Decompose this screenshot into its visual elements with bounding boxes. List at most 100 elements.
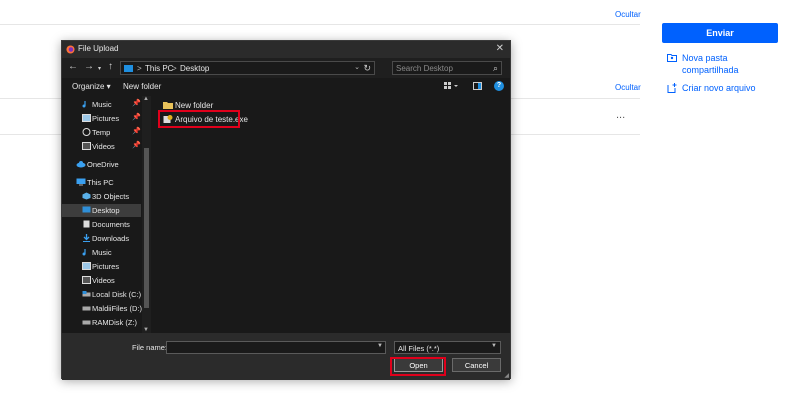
pin-icon: 📌 [132, 142, 141, 149]
breadcrumb-desktop[interactable]: Desktop [180, 64, 209, 73]
sidebar-item-downloads[interactable]: Downloads [62, 232, 141, 245]
organize-menu[interactable]: Organize ▾ [72, 82, 111, 91]
sidebar-item-label: Documents [92, 220, 130, 229]
computer-icon [76, 178, 86, 186]
sidebar-item-label: 3D Objects [92, 192, 130, 201]
chevron-down-icon: ▼ [491, 343, 497, 349]
file-upload-dialog: File Upload ✕ ← → ▾ ↑ > This PC > Deskto… [61, 40, 511, 380]
recent-locations-icon[interactable]: ▾ [98, 64, 101, 74]
sidebar-item-videos[interactable]: Videos [62, 274, 141, 287]
sidebar-item-label: Music [92, 100, 112, 109]
highlight-box-open [390, 357, 446, 376]
sidebar-item-label: Temp [92, 128, 111, 137]
file-name: New folder [175, 101, 214, 110]
pin-icon: 📌 [132, 128, 141, 135]
file-type-select[interactable]: All Files (*.*) ▼ [394, 341, 501, 354]
view-options-icon[interactable] [444, 82, 458, 93]
sidebar-item-this-pc[interactable]: This PC [62, 176, 141, 189]
file-list: New folder Arquivo de teste.exe [151, 96, 510, 333]
create-new-file-label: Criar novo arquivo [682, 83, 756, 93]
sidebar-item-pictures[interactable]: Pictures [62, 260, 141, 273]
shared-folder-icon [667, 54, 677, 62]
computer-icon [124, 65, 133, 72]
sidebar-item-videos[interactable]: Videos 📌 [62, 140, 141, 153]
videos-icon [82, 276, 91, 284]
pin-icon: 📌 [132, 100, 141, 107]
file-name-input[interactable] [169, 343, 369, 353]
sidebar-item-temp[interactable]: Temp 📌 [62, 126, 141, 139]
sidebar-item-maldiifiles-d[interactable]: MaldiiFiles (D:) [62, 302, 142, 315]
new-shared-folder-action[interactable]: Nova pasta compartilhada [667, 52, 752, 76]
sidebar-item-pictures[interactable]: Pictures 📌 [62, 112, 141, 125]
breadcrumb-separator: > [137, 64, 142, 73]
refresh-icon[interactable]: ↻ [363, 63, 371, 74]
new-file-icon [667, 83, 677, 93]
more-options-button[interactable]: ... [616, 109, 625, 121]
sidebar-item-label: Pictures [92, 262, 120, 271]
sidebar-scrollbar[interactable]: ▲ ▼ [142, 96, 151, 333]
divider [0, 24, 640, 25]
sidebar-item-label: Videos [92, 276, 115, 285]
music-icon [82, 248, 91, 256]
breadcrumb-separator: > [172, 64, 177, 73]
sidebar-item-3d-objects[interactable]: 3D Objects [62, 190, 141, 203]
hide-link[interactable]: Ocultar [615, 10, 641, 19]
3d-objects-icon [82, 192, 91, 200]
navigation-bar: ← → ▾ ↑ > This PC > Desktop ⌄ ↻ ⌕ [62, 58, 510, 78]
documents-icon [82, 220, 91, 228]
file-name-field[interactable]: ▼ [166, 341, 386, 354]
search-input[interactable] [396, 63, 486, 74]
search-box[interactable]: ⌕ [392, 61, 502, 75]
cancel-button[interactable]: Cancel [452, 358, 501, 372]
videos-icon [82, 142, 91, 150]
scrollbar-thumb[interactable] [144, 148, 149, 308]
file-name-label: File name: [132, 343, 168, 352]
navigation-pane: Music 📌 Pictures 📌 Temp 📌 Videos 📌 OneDr… [62, 96, 151, 333]
chevron-down-icon[interactable]: ⌄ [354, 63, 360, 71]
resize-grip-icon[interactable]: ◢ [504, 372, 509, 379]
address-bar[interactable]: > This PC > Desktop ⌄ ↻ [120, 61, 375, 75]
sidebar-item-documents[interactable]: Documents [62, 218, 141, 231]
sidebar-item-label: This PC [87, 178, 114, 187]
sidebar-item-label: OneDrive [87, 160, 119, 169]
folder-icon [82, 128, 91, 136]
dialog-titlebar: File Upload ✕ [62, 41, 510, 58]
up-icon[interactable]: ↑ [108, 62, 113, 72]
sidebar-item-music[interactable]: Music 📌 [62, 98, 141, 111]
sidebar-item-label: Downloads [92, 234, 130, 243]
sidebar-item-local-disk-c[interactable]: Local Disk (C:) [62, 288, 141, 301]
back-icon[interactable]: ← [68, 62, 78, 72]
preview-pane-icon[interactable] [473, 82, 482, 92]
upload-send-button[interactable]: Enviar [662, 23, 778, 43]
highlight-box-file [158, 110, 240, 128]
help-icon[interactable]: ? [494, 81, 504, 91]
disk-icon [82, 290, 91, 298]
pictures-icon [82, 114, 91, 122]
new-shared-folder-label: Nova pasta compartilhada [682, 53, 739, 75]
dialog-title: File Upload [78, 44, 119, 53]
search-icon: ⌕ [492, 63, 498, 73]
sidebar-item-onedrive[interactable]: OneDrive [62, 158, 141, 171]
sidebar-item-ramdisk-z[interactable]: RAMDisk (Z:) [62, 316, 141, 329]
music-icon [82, 100, 91, 108]
dialog-toolbar: Organize ▾ New folder ? [62, 78, 510, 96]
downloads-icon [82, 234, 91, 242]
pin-icon: 📌 [132, 114, 141, 121]
sidebar-item-label: Music [92, 248, 112, 257]
new-folder-button[interactable]: New folder [123, 82, 161, 91]
disk-icon [82, 318, 91, 326]
hide-link[interactable]: Ocultar [615, 83, 641, 92]
sidebar-item-music[interactable]: Music [62, 246, 141, 259]
chevron-down-icon[interactable]: ▼ [377, 343, 383, 349]
pictures-icon [82, 262, 91, 270]
breadcrumb-this-pc[interactable]: This PC [145, 64, 173, 73]
sidebar-item-desktop[interactable]: Desktop [62, 204, 141, 217]
sidebar-item-label: RAMDisk (Z:) [92, 318, 137, 327]
disk-icon [82, 304, 91, 312]
folder-icon [163, 102, 173, 109]
create-new-file-action[interactable]: Criar novo arquivo [667, 82, 762, 94]
close-icon[interactable]: ✕ [496, 43, 504, 54]
desktop-icon [82, 206, 91, 214]
chevron-up-icon[interactable]: ▲ [143, 96, 149, 102]
forward-icon[interactable]: → [84, 62, 94, 72]
